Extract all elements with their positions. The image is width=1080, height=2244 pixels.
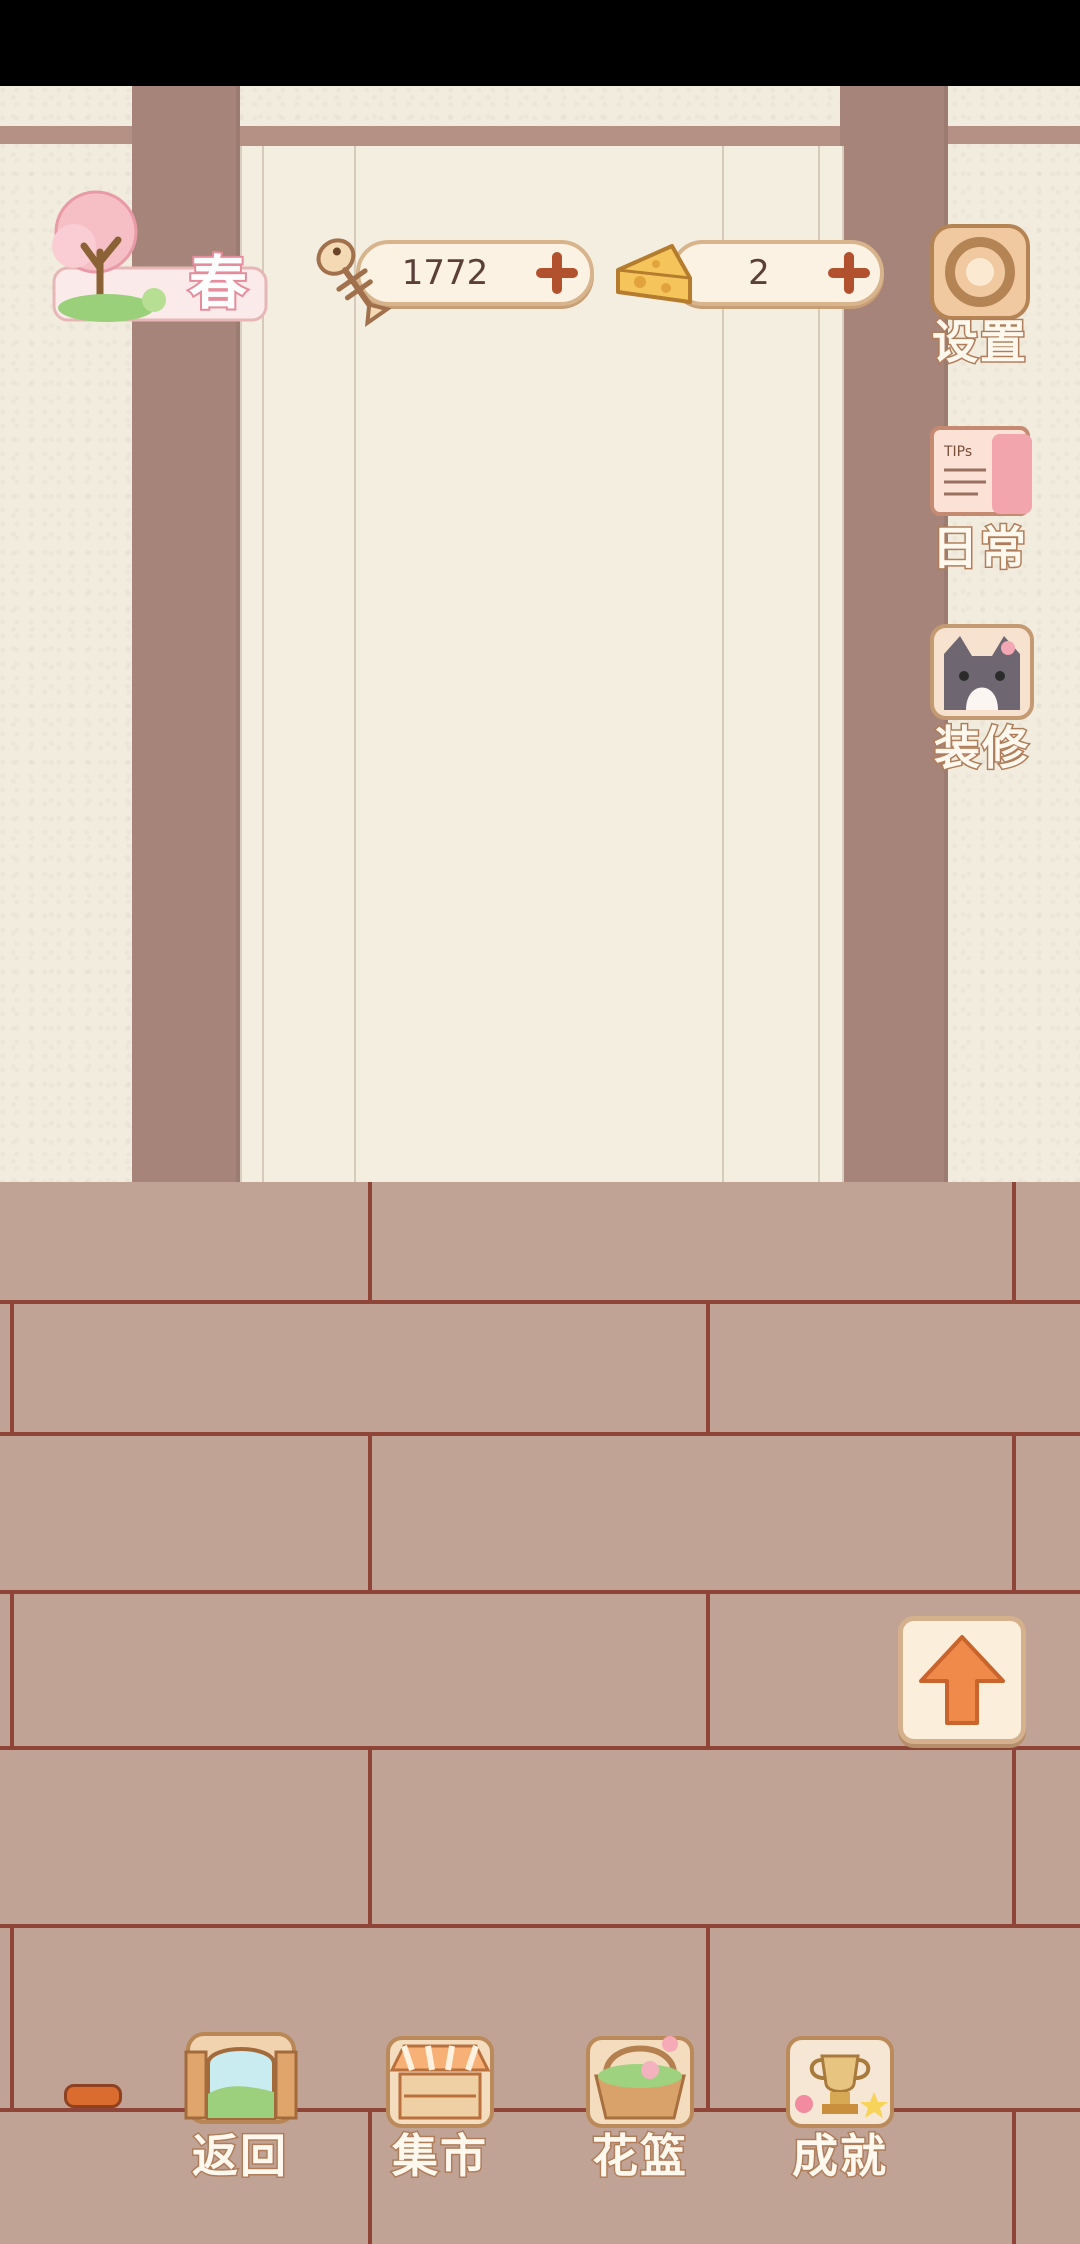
floor-seam: [10, 1300, 14, 1432]
flower-basket-label: 花篮: [591, 2128, 688, 2185]
season-label: 春: [187, 247, 249, 319]
floor-seam: [706, 1590, 710, 1746]
add-cheese-button[interactable]: [826, 250, 872, 296]
door-frame-top: [240, 126, 840, 146]
menu-collapse-handle[interactable]: [64, 2084, 122, 2108]
window-door-icon: [184, 2032, 298, 2124]
daily-label: 日常: [931, 520, 1028, 577]
cheese-icon: [616, 244, 692, 304]
fish-count: 1772: [401, 253, 489, 293]
market-stall-icon: [386, 2036, 494, 2128]
market-label: 集市: [391, 2128, 488, 2185]
floor-seam: [0, 2108, 1080, 2112]
floor-seam: [0, 1746, 1080, 1750]
achievement-button[interactable]: 成就: [770, 2024, 910, 2185]
floor-seam: [1012, 1746, 1016, 1924]
trophy-icon: [786, 2036, 894, 2128]
flower-basket-icon: [586, 2036, 694, 2128]
fish-bone-icon: [316, 238, 392, 328]
back-button[interactable]: 返回: [170, 2024, 310, 2185]
floor-seam: [368, 1746, 372, 1924]
floor-seam: [1012, 1432, 1016, 1590]
cheese-count: 2: [748, 253, 770, 293]
settings-button[interactable]: 设置: [918, 220, 1042, 371]
back-label: 返回: [191, 2128, 288, 2185]
tips-notebook-icon: TIPs: [930, 426, 1032, 516]
floor-seam: [10, 1924, 14, 2108]
season-badge[interactable]: 春: [34, 188, 270, 328]
fish-currency: 1772: [312, 232, 598, 328]
floor-seam: [0, 1590, 1080, 1594]
status-bar: [0, 0, 1080, 86]
floor-seam: [1012, 1182, 1016, 1300]
floor-seam: [0, 1300, 1080, 1304]
floor-seam: [368, 1182, 372, 1300]
scroll-up-button[interactable]: [898, 1616, 1026, 1744]
cat-face-icon: [930, 624, 1034, 720]
floor-seam: [0, 1924, 1080, 1928]
settings-label: 设置: [931, 314, 1028, 371]
floor-seam: [0, 1432, 1080, 1436]
floor-seam: [706, 1300, 710, 1432]
floor-seam: [1012, 2108, 1016, 2244]
market-button[interactable]: 集市: [370, 2024, 510, 2185]
flower-basket-button[interactable]: 花篮: [570, 2024, 710, 2185]
decorate-button[interactable]: 装修: [918, 620, 1046, 777]
svg-text:TIPs: TIPs: [943, 444, 972, 460]
add-fish-button[interactable]: [534, 250, 580, 296]
decorate-label: 装修: [933, 720, 1030, 777]
floor-seam: [368, 1432, 372, 1590]
daily-button[interactable]: TIPs 日常: [914, 420, 1046, 577]
cheese-currency-pill[interactable]: 2: [670, 240, 884, 306]
floor-seam: [10, 1590, 14, 1746]
achievement-label: 成就: [791, 2128, 888, 2185]
cheese-currency: 2: [612, 236, 884, 320]
arrow-up-icon: [919, 1635, 1005, 1725]
